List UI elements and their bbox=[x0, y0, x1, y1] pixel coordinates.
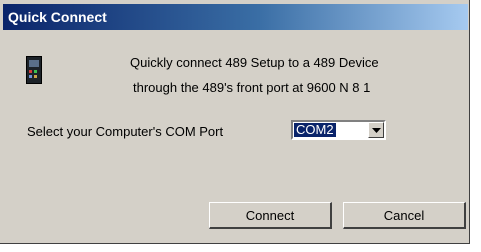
dialog-title: Quick Connect bbox=[3, 4, 468, 30]
com-port-label: Select your Computer's COM Port bbox=[27, 124, 224, 139]
quick-connect-dialog: Quick Connect Quickly connect 489 Setup … bbox=[0, 0, 470, 244]
chevron-down-icon[interactable] bbox=[368, 122, 384, 138]
com-port-select[interactable]: COM2 bbox=[291, 120, 386, 140]
com-port-selected-value[interactable]: COM2 bbox=[294, 123, 336, 137]
info-text-line1: Quickly connect 489 Setup to a 489 Devic… bbox=[130, 55, 379, 70]
connect-button[interactable]: Connect bbox=[209, 202, 332, 229]
cancel-button[interactable]: Cancel bbox=[343, 202, 466, 229]
device-icon bbox=[26, 56, 42, 84]
info-text-line2: through the 489's front port at 9600 N 8… bbox=[133, 80, 371, 95]
